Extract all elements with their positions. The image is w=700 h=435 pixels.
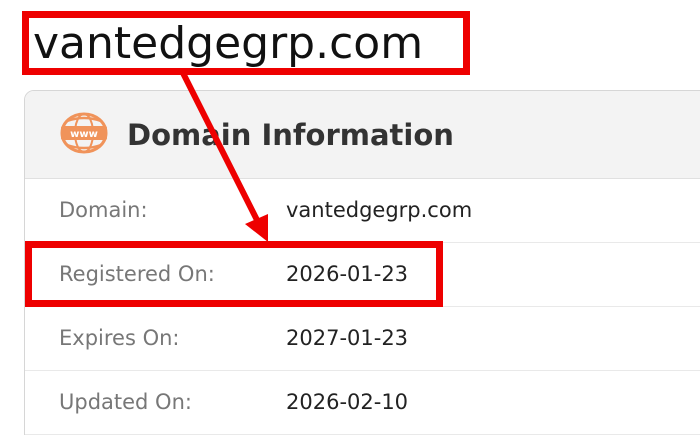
row-value: 2026-02-10 — [286, 390, 409, 414]
row-value: vantedgegrp.com — [286, 198, 473, 222]
row-value: 2026-01-23 — [286, 262, 409, 286]
www-icon-text: www — [70, 129, 98, 140]
info-row-domain: Domain: vantedgegrp.com — [25, 179, 700, 243]
card-title: Domain Information — [127, 118, 454, 152]
domain-heading: vantedgegrp.com — [33, 18, 424, 69]
domain-information-card: www Domain Information Domain: vantedgeg… — [24, 90, 700, 435]
row-value: 2027-01-23 — [286, 326, 409, 350]
row-label: Registered On: — [59, 262, 215, 286]
screenshot-stage: vantedgegrp.com www Domain Information D… — [0, 0, 700, 435]
card-header: www Domain Information — [25, 91, 700, 179]
domain-info-rows: Domain: vantedgegrp.com Registered On: 2… — [25, 179, 700, 435]
row-label: Expires On: — [59, 326, 180, 350]
row-label: Domain: — [59, 198, 148, 222]
www-globe-icon: www — [60, 112, 108, 154]
info-row-updated-on: Updated On: 2026-02-10 — [25, 371, 700, 435]
info-row-registered-on: Registered On: 2026-01-23 — [25, 243, 700, 307]
info-row-expires-on: Expires On: 2027-01-23 — [25, 307, 700, 371]
row-label: Updated On: — [59, 390, 192, 414]
